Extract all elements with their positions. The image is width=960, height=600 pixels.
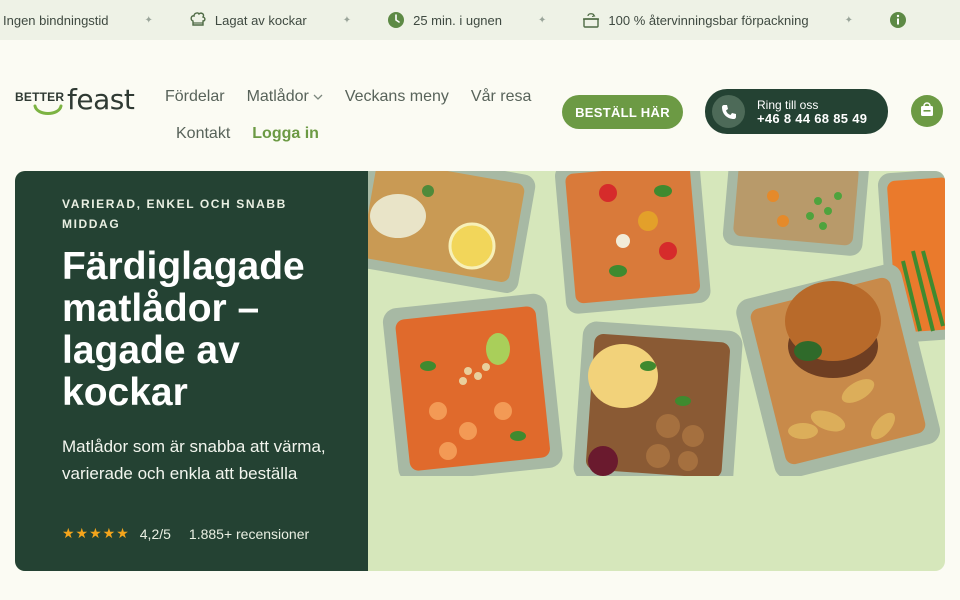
chevron-down-icon: [313, 88, 323, 106]
review-count: 1.885+ recensioner: [188, 525, 310, 542]
main-nav: Fördelar Matlådor Veckans meny Vår resa …: [165, 78, 560, 152]
hero-image-panel: [368, 171, 945, 571]
nav-kontakt[interactable]: Kontakt: [176, 125, 230, 143]
order-button[interactable]: BESTÄLL HÄR: [562, 95, 683, 129]
cart-button[interactable]: [911, 95, 943, 127]
recycle-box-icon: [582, 11, 600, 29]
logo-smile-icon: [33, 104, 63, 115]
tray-rice: [722, 171, 870, 256]
hero-section: VARIERAD, ENKEL OCH SNABB MIDDAG Färdigl…: [15, 171, 945, 571]
usp-info: [889, 11, 915, 29]
usp-packaging-text: 100 % återvinningsbar förpackning: [608, 12, 809, 28]
call-text: Ring till oss +46 8 44 68 85 49: [757, 98, 867, 126]
rating: ★★★★★ 4,2/5 1.885+ recensioner: [62, 525, 309, 542]
rating-score: 4,2/5: [139, 525, 171, 542]
tray-pasta: [554, 171, 711, 314]
hero-subtitle: Matlådor som är snabba att värma, varier…: [62, 437, 326, 483]
food-trays-image: [368, 171, 945, 476]
star-rating-icon: ★★★★★: [62, 525, 130, 541]
chef-hat-icon: [189, 11, 207, 29]
hero-eyebrow: VARIERAD, ENKEL OCH SNABB MIDDAG: [62, 197, 287, 231]
clock-icon: [387, 11, 405, 29]
shopping-bag-icon: [919, 101, 935, 122]
call-number: +46 8 44 68 85 49: [757, 110, 868, 126]
usp-oven-time-text: 25 min. i ugnen: [413, 12, 502, 28]
info-icon: [889, 11, 907, 29]
usp-no-commitment-text: Ingen bindningstid: [3, 12, 109, 28]
nav-fordelar[interactable]: Fördelar: [165, 88, 225, 106]
usp-oven-time: 25 min. i ugnen: [387, 11, 502, 29]
logo-better-text: BETTER: [15, 90, 65, 104]
hero-text-panel: VARIERAD, ENKEL OCH SNABB MIDDAG Färdigl…: [15, 171, 368, 571]
usp-separator: ✦: [844, 14, 853, 26]
call-button[interactable]: Ring till oss +46 8 44 68 85 49: [705, 89, 888, 134]
usp-chefs-text: Lagat av kockar: [214, 12, 307, 28]
usp-no-commitment: Ingen bindningstid: [3, 13, 109, 28]
nav-row-2: Kontakt Logga in: [165, 115, 560, 152]
logo-feast-text: feast: [67, 83, 135, 116]
usp-chefs: Lagat av kockar: [189, 11, 307, 29]
usp-separator: ✦: [342, 14, 352, 26]
usp-bar: Ingen bindningstid ✦ Lagat av kockar ✦ 2…: [0, 0, 960, 40]
nav-matlador[interactable]: Matlådor: [247, 88, 323, 106]
tray-meatballs: [573, 321, 743, 476]
usp-separator: ✦: [538, 14, 547, 26]
usp-separator: ✦: [144, 14, 153, 26]
nav-veckans-meny[interactable]: Veckans meny: [345, 88, 449, 106]
tray-noodles: [382, 293, 563, 476]
betterfeast-logo[interactable]: BETTER feast: [15, 83, 140, 125]
usp-packaging: 100 % återvinningsbar förpackning: [582, 11, 809, 29]
nav-var-resa[interactable]: Vår resa: [471, 88, 531, 106]
hero-title: Färdiglagade matlådor – lagade av kockar: [62, 245, 305, 414]
nav-row-1: Fördelar Matlådor Veckans meny Vår resa: [165, 78, 560, 115]
nav-matlador-label: Matlådor: [246, 87, 309, 105]
phone-icon: [712, 95, 745, 128]
call-label: Ring till oss: [757, 97, 819, 112]
nav-logga-in[interactable]: Logga in: [252, 125, 319, 143]
